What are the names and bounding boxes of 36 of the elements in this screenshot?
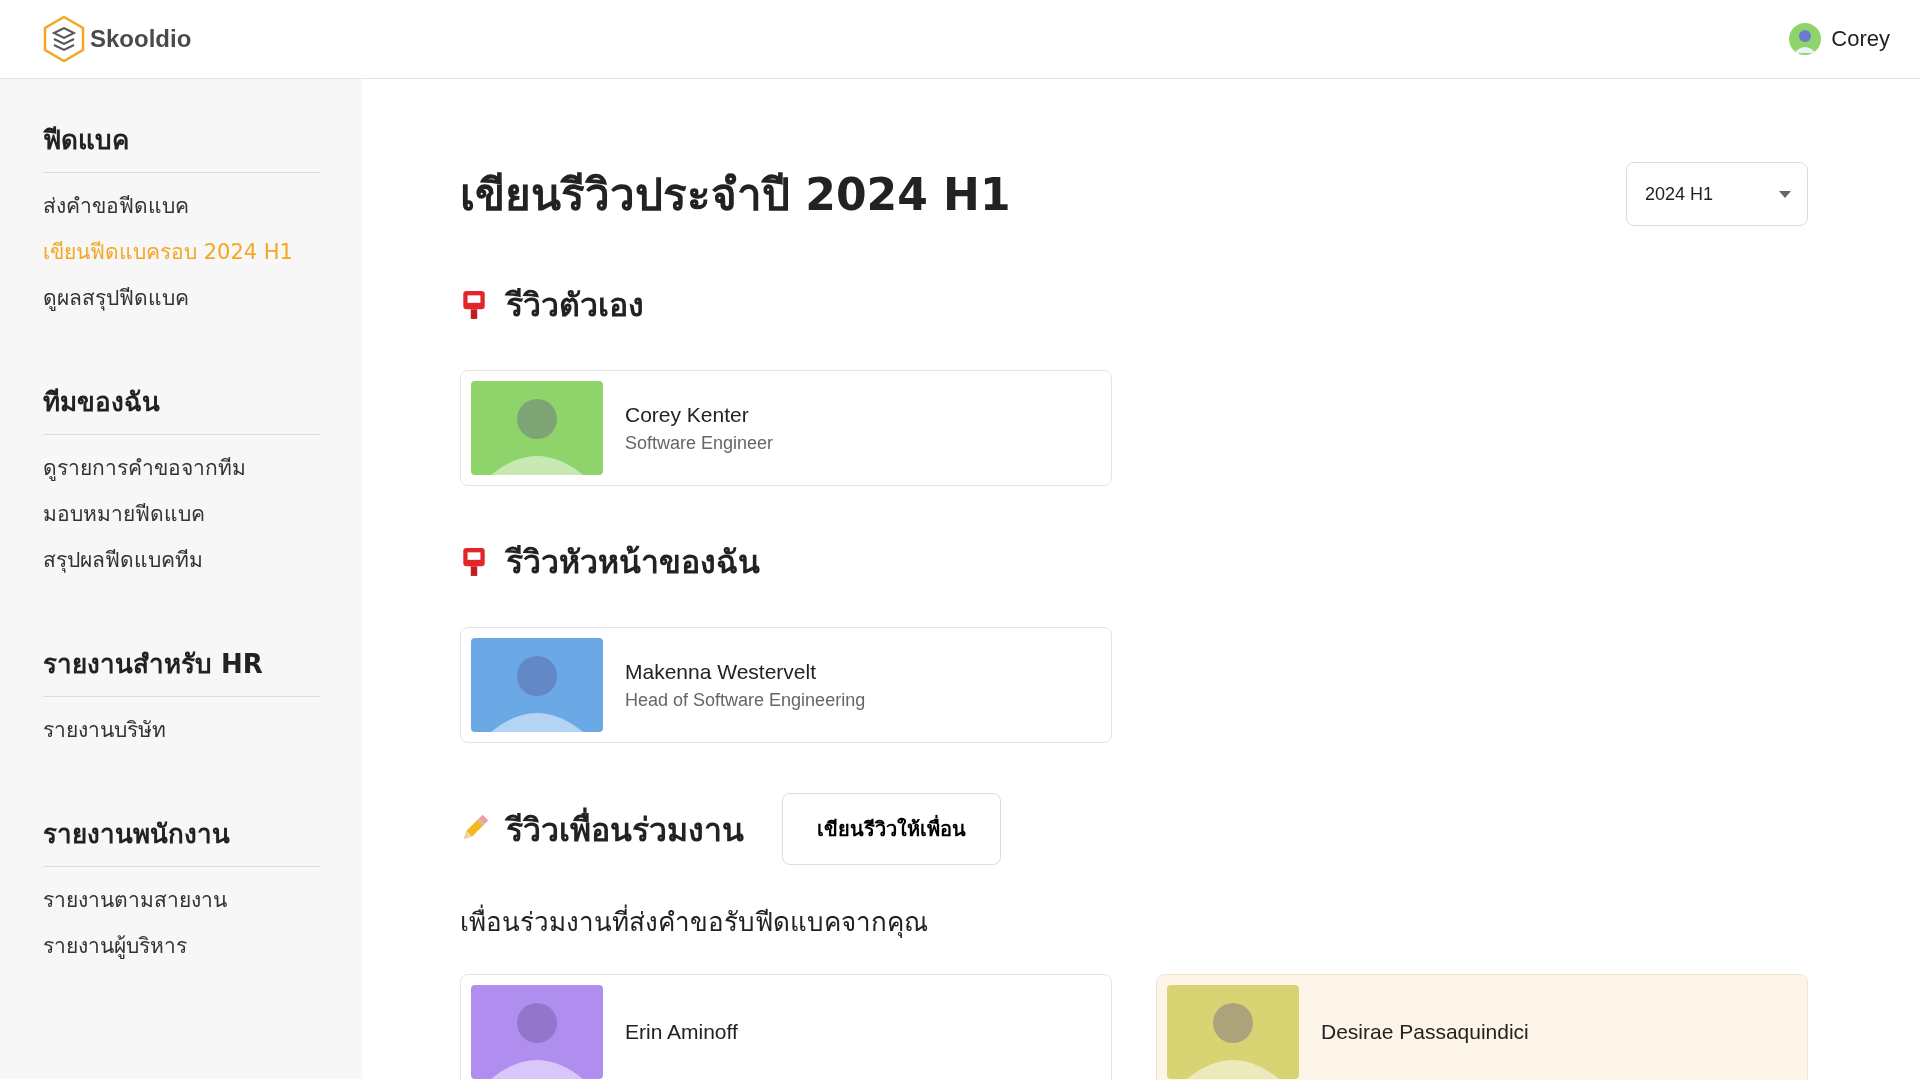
sidebar-item[interactable]: รายงานผู้บริหาร — [43, 923, 320, 969]
caret-icon — [1779, 190, 1791, 198]
person-name: Erin Aminoff — [625, 1020, 738, 1044]
sidebar-heading: ฟีดแบค — [43, 119, 320, 173]
sidebar-heading: ทีมของฉัน — [43, 381, 320, 435]
sidebar-item[interactable]: ส่งคำขอฟีดแบค — [43, 183, 320, 229]
person-card[interactable]: Erin Aminoff — [460, 974, 1112, 1080]
person-name: Desirae Passaquindici — [1321, 1020, 1529, 1044]
logo-icon — [42, 15, 86, 63]
person-name: Makenna Westervelt — [625, 659, 818, 684]
sidebar-heading: รายงานพนักงาน — [43, 813, 320, 867]
person-role: Head of Software Engineering — [625, 689, 866, 711]
write-review-button[interactable]: เขียนรีวิวให้เพื่อน — [782, 793, 1001, 865]
section-heading: รีวิวหัวหน้าของฉัน — [506, 542, 760, 583]
person-card[interactable]: Desirae Passaquindici — [1156, 974, 1808, 1080]
brand-name: Skooldio — [90, 25, 192, 53]
section-subheading: เพื่อนร่วมงานที่ส่งคำขอรับฟีดแบคจากคุณ — [460, 901, 1808, 942]
user-name[interactable]: Corey — [1831, 26, 1890, 52]
sidebar-item[interactable]: รายงานบริษัท — [43, 707, 320, 753]
person-name: Corey Kenter — [625, 402, 750, 427]
person-card[interactable]: Makenna Westervelt Head of Software Engineering — [460, 627, 1112, 743]
sidebar-item[interactable]: มอบหมายฟีดแบค — [43, 491, 320, 537]
person-role: Software Engineer — [625, 432, 774, 454]
user-avatar[interactable] — [1789, 23, 1822, 55]
sidebar-item[interactable]: ดูผลสรุปฟีดแบค — [43, 275, 320, 321]
postbox-icon — [460, 289, 488, 320]
section-heading: รีวิวเพื่อนร่วมงาน — [506, 803, 744, 855]
section-heading: รีวิวตัวเอง — [506, 285, 644, 326]
sidebar-item[interactable]: ดูรายการคำขอจากทีม — [43, 445, 320, 491]
sidebar-item[interactable]: สรุปผลฟีดแบคทีม — [43, 537, 320, 583]
period-dropdown[interactable]: 2024 H1 — [1626, 162, 1808, 226]
page-title: เขียนรีวิวประจำปี 2024 H1 — [460, 168, 1011, 222]
sidebar-heading: รายงานสำหรับ HR — [43, 643, 320, 697]
sidebar-item[interactable]: รายงานตามสายงาน — [43, 877, 320, 923]
postbox-icon — [460, 546, 488, 577]
person-card[interactable]: Corey Kenter Software Engineer — [460, 370, 1112, 486]
